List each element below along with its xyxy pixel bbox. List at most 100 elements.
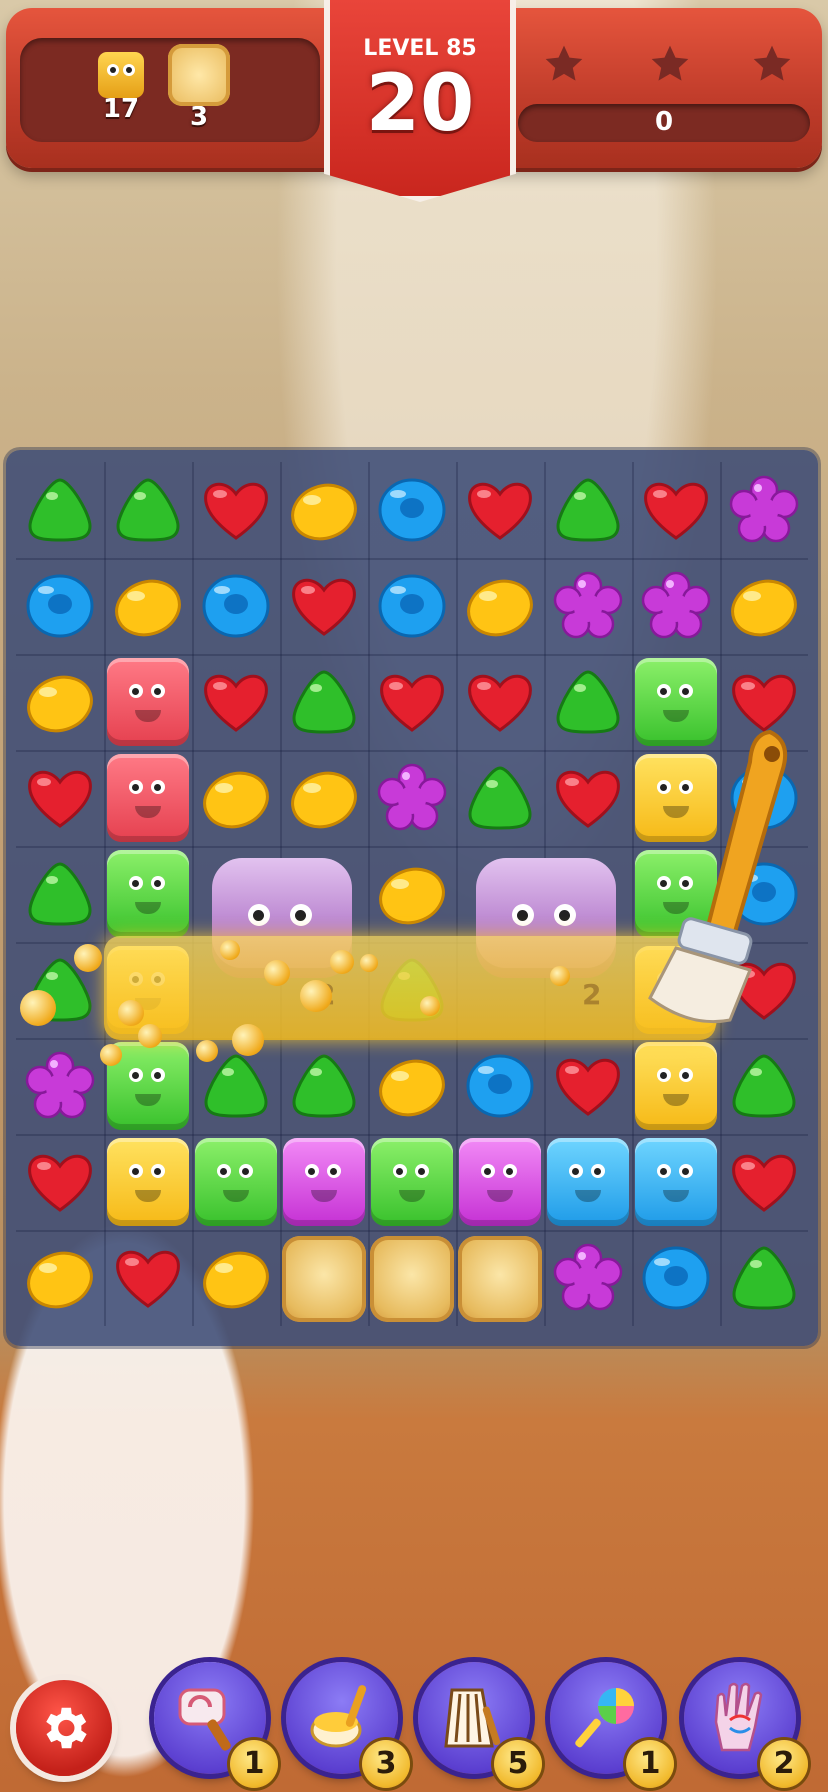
board-cell[interactable] — [368, 1230, 456, 1326]
goals-panel: 17 3 — [20, 38, 320, 142]
board-cell[interactable] — [280, 750, 368, 846]
green-gumdrop-candy-icon — [116, 478, 180, 542]
board-cell[interactable] — [280, 558, 368, 654]
board-cell[interactable] — [544, 558, 632, 654]
board-cell[interactable] — [16, 1134, 104, 1230]
green-gumdrop-candy-icon — [732, 1054, 796, 1118]
board-cell[interactable] — [16, 462, 104, 558]
sparkle-bubble — [20, 990, 56, 1026]
board-cell[interactable] — [16, 1038, 104, 1134]
goal-jelly-count: 17 — [102, 94, 140, 124]
board-cell[interactable] — [720, 558, 808, 654]
board-cell[interactable] — [192, 1134, 280, 1230]
goal-biscuit-count: 3 — [189, 102, 209, 132]
biscuit-blocker — [370, 1236, 454, 1322]
board-cell[interactable] — [632, 558, 720, 654]
board-cell[interactable] — [368, 750, 456, 846]
board-cell[interactable] — [104, 750, 192, 846]
red-heart-candy-icon — [556, 770, 620, 828]
yellow-lemon-candy-icon — [27, 675, 93, 733]
booster-hand-swap-button[interactable]: 2 — [684, 1662, 808, 1788]
board-cell[interactable] — [544, 1134, 632, 1230]
red-jelly-block — [107, 658, 189, 746]
booster-hammer-button[interactable]: 1 — [154, 1662, 278, 1788]
hand-swap-icon — [714, 1682, 763, 1752]
board-cell[interactable] — [104, 462, 192, 558]
board-cell[interactable] — [720, 1134, 808, 1230]
board-cell[interactable] — [632, 462, 720, 558]
purple-flower-candy-icon — [377, 763, 447, 831]
board-cell[interactable] — [16, 750, 104, 846]
board-cell[interactable] — [720, 462, 808, 558]
board-cell[interactable] — [192, 750, 280, 846]
jelly-block-icon — [98, 52, 144, 98]
board-cell[interactable] — [280, 462, 368, 558]
blue-ring-candy-icon — [26, 574, 94, 638]
board-cell[interactable] — [192, 462, 280, 558]
board-cell[interactable] — [280, 1230, 368, 1326]
board-cell[interactable] — [280, 654, 368, 750]
board-cell[interactable] — [544, 750, 632, 846]
board-cell[interactable] — [544, 1038, 632, 1134]
green-gumdrop-candy-icon — [468, 766, 532, 830]
board-cell[interactable] — [104, 558, 192, 654]
board-cell[interactable] — [104, 654, 192, 750]
board-cell[interactable] — [280, 1038, 368, 1134]
yellow-lemon-candy-icon — [379, 867, 445, 925]
yellow-lemon-candy-icon — [27, 1251, 93, 1309]
yellow-lemon-candy-icon — [731, 579, 797, 637]
board-cell[interactable] — [192, 654, 280, 750]
board-cell[interactable] — [368, 1038, 456, 1134]
board-cell[interactable] — [456, 1134, 544, 1230]
board-cell[interactable] — [368, 846, 456, 942]
booster-harp-button[interactable]: 5 — [418, 1662, 542, 1788]
settings-button[interactable] — [16, 1680, 112, 1776]
red-heart-candy-icon — [116, 1250, 180, 1308]
board-cell[interactable] — [368, 1134, 456, 1230]
sparkle-bubble — [196, 1040, 218, 1062]
star-icon — [545, 45, 583, 81]
board-cell[interactable] — [16, 654, 104, 750]
yellow-lemon-candy-icon — [291, 483, 357, 541]
board-cell[interactable] — [632, 1038, 720, 1134]
sparkle-bubble — [232, 1024, 264, 1056]
board-cell[interactable] — [280, 1134, 368, 1230]
board-cell[interactable] — [16, 558, 104, 654]
board-cell[interactable] — [456, 462, 544, 558]
board-cell[interactable] — [368, 654, 456, 750]
red-heart-candy-icon — [292, 578, 356, 636]
booster-count: 1 — [230, 1740, 278, 1788]
board-cell[interactable] — [632, 1134, 720, 1230]
booster-lollipop-button[interactable]: 1 — [550, 1662, 674, 1788]
board-cell[interactable] — [720, 1038, 808, 1134]
board-cell[interactable] — [632, 1230, 720, 1326]
yellow-lemon-candy-icon — [467, 579, 533, 637]
green-gumdrop-candy-icon — [28, 862, 92, 926]
green-gumdrop-candy-icon — [556, 670, 620, 734]
green-gumdrop-candy-icon — [732, 1246, 796, 1310]
board-cell[interactable] — [368, 558, 456, 654]
board-cell[interactable] — [456, 654, 544, 750]
red-heart-candy-icon — [644, 482, 708, 540]
board-cell[interactable] — [192, 1230, 280, 1326]
board-cell[interactable] — [16, 1230, 104, 1326]
board-cell[interactable] — [104, 1134, 192, 1230]
board-cell[interactable] — [456, 1230, 544, 1326]
board-cell[interactable] — [544, 654, 632, 750]
board-cell[interactable] — [104, 846, 192, 942]
board-cell[interactable] — [544, 1230, 632, 1326]
board-cell[interactable] — [192, 558, 280, 654]
board-cell[interactable] — [456, 558, 544, 654]
board-cell[interactable] — [456, 750, 544, 846]
board-cell[interactable] — [16, 846, 104, 942]
red-heart-candy-icon — [732, 1154, 796, 1212]
board-cell[interactable] — [720, 1230, 808, 1326]
board-cell[interactable] — [456, 1038, 544, 1134]
brush-icon — [310, 1685, 367, 1748]
lollipop-icon — [575, 1688, 634, 1748]
booster-brush-button[interactable]: 3 — [286, 1662, 410, 1788]
board-cell[interactable] — [104, 1230, 192, 1326]
sparkle-bubble — [360, 954, 378, 972]
board-cell[interactable] — [544, 462, 632, 558]
board-cell[interactable] — [368, 462, 456, 558]
